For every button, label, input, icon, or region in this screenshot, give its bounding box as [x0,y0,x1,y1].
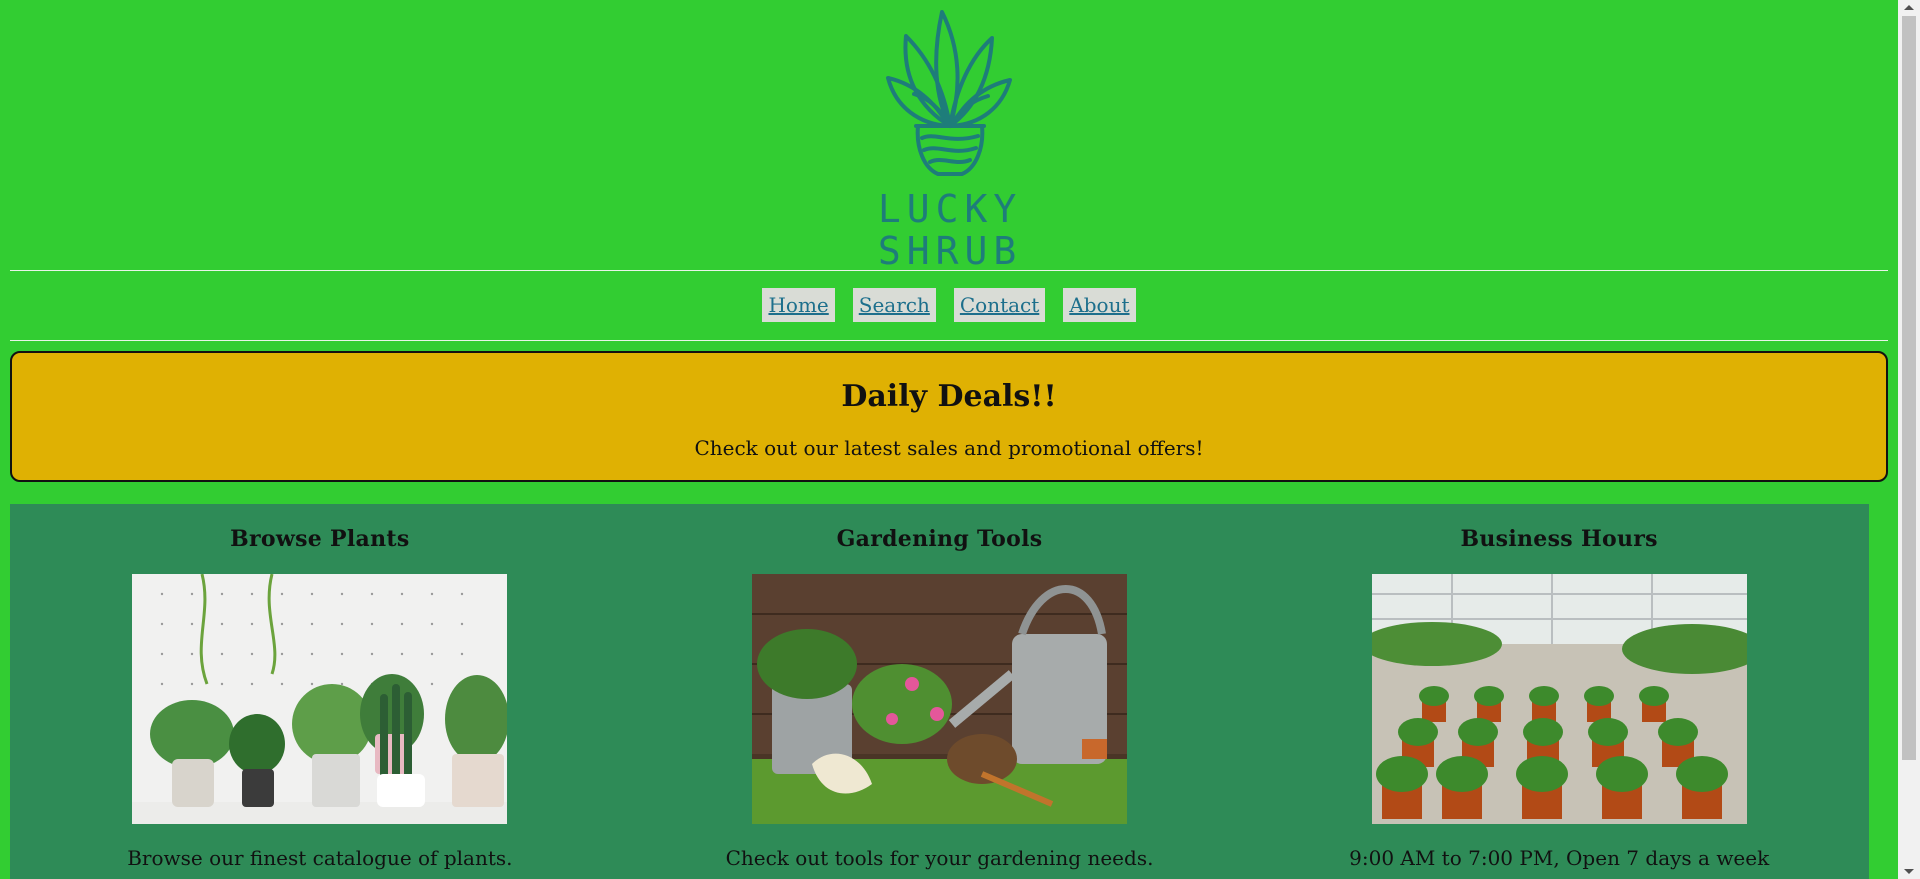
feature-text: Check out tools for your gardening needs… [725,846,1154,870]
feature-text: Browse our finest catalogue of plants. [127,846,513,870]
greenhouse-image[interactable] [1371,574,1747,824]
features-section: Browse Plants Browse our finest catalogu… [10,504,1869,879]
deals-title: Daily Deals!! [841,379,1057,414]
daily-deals-banner: Daily Deals!! Check out our latest sales… [10,351,1888,482]
lucky-shrub-logo[interactable]: LUCKY SHRUB [880,8,1020,266]
main-nav: Home Search Contact About [0,288,1898,322]
nav-divider [10,340,1888,341]
nav-about-link[interactable]: About [1063,288,1136,322]
brand-name-line2: SHRUB [880,229,1020,266]
feature-title: Browse Plants [230,526,410,552]
nav-home-link[interactable]: Home [762,288,835,322]
site-header: LUCKY SHRUB [0,0,1898,270]
nav-contact-link[interactable]: Contact [953,288,1046,322]
vertical-scrollbar[interactable] [1898,0,1920,879]
feature-card-plants: Browse Plants Browse our finest catalogu… [10,504,630,879]
feature-title: Gardening Tools [836,526,1043,552]
brand-name-line1: LUCKY [880,187,1020,231]
scrollbar-thumb[interactable] [1902,16,1916,760]
feature-card-tools: Gardening Tools Check out tools for your… [630,504,1250,879]
potted-plants-image[interactable] [132,574,508,824]
nav-search-link[interactable]: Search [852,288,936,322]
feature-card-hours: Business Hours 9:00 AM to 7:00 PM, Open … [1249,504,1869,879]
feature-title: Business Hours [1460,526,1658,552]
scroll-down-arrow-icon[interactable] [1904,869,1914,874]
deals-text: Check out our latest sales and promotion… [694,436,1204,460]
gardening-tools-image[interactable] [752,574,1127,824]
scroll-up-arrow-icon[interactable] [1904,5,1914,10]
feature-text: 9:00 AM to 7:00 PM, Open 7 days a week [1349,846,1770,870]
page: LUCKY SHRUB Home Search Contact About Da… [0,0,1898,879]
header-divider [10,270,1888,271]
